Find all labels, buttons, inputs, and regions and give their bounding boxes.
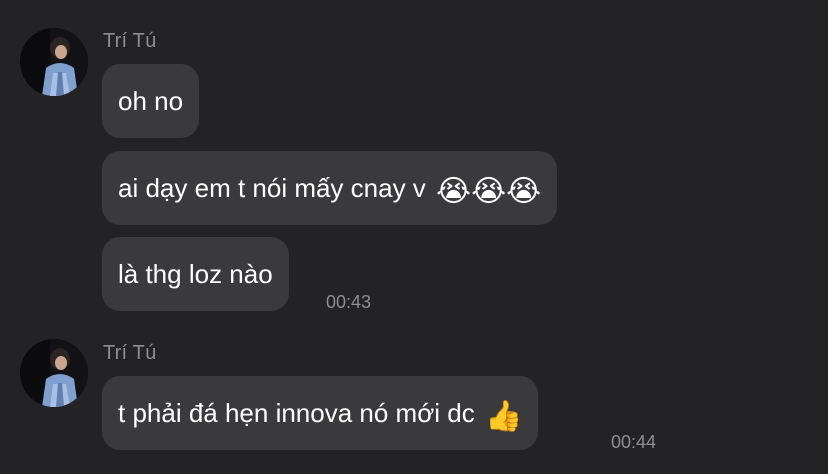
avatar-image — [20, 339, 88, 407]
crying-face-emoji-icon: 😭😭😭 — [436, 175, 542, 208]
avatar-image — [20, 28, 88, 96]
message-bubble[interactable]: oh no — [102, 64, 200, 138]
avatar[interactable] — [20, 28, 88, 96]
thumbs-up-emoji-icon: 👍 — [484, 400, 523, 433]
sender-name: Trí Tú — [103, 30, 157, 52]
message-bubble[interactable]: ai dạy em t nói mấy cnay v 😭😭😭 — [102, 151, 558, 225]
avatar[interactable] — [20, 339, 88, 407]
message-bubble[interactable]: t phải đá hẹn innova nó mới dc 👍 — [102, 376, 539, 450]
message-timestamp: 00:44 — [611, 432, 657, 452]
message-text: là thg loz nào — [118, 259, 273, 289]
message-bubble[interactable]: là thg loz nào — [102, 237, 289, 311]
sender-name: Trí Tú — [103, 342, 157, 364]
chat-thread: Trí Tú oh no ai dạy em t nói mấy cnay v … — [0, 0, 828, 474]
message-text: oh no — [118, 86, 184, 116]
message-text: t phải đá hẹn innova nó mới dc — [118, 398, 475, 428]
message-text: ai dạy em t nói mấy cnay v — [118, 173, 426, 203]
message-timestamp: 00:43 — [326, 292, 372, 312]
